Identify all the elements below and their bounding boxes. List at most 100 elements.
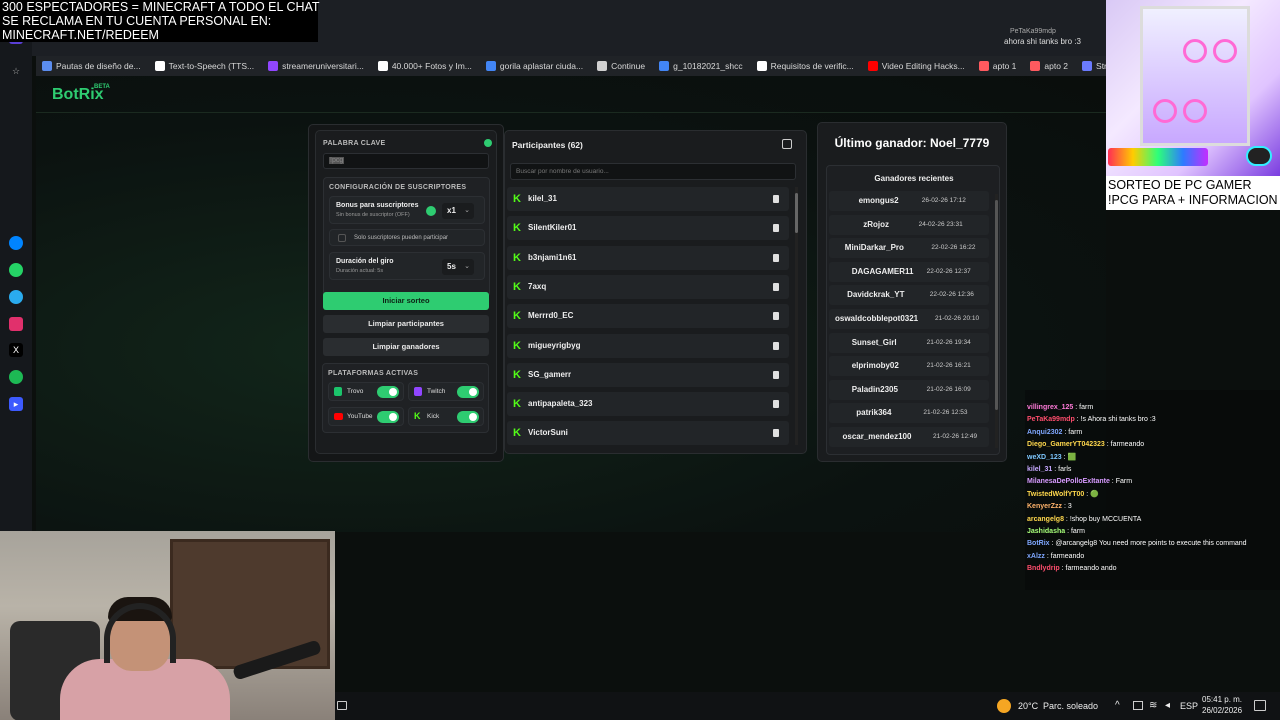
chat-username[interactable]: Jashidasha [1027,528,1065,535]
trash-icon[interactable] [773,282,779,291]
gaming-pc-image [1106,0,1280,176]
bookmark-item[interactable]: Continue [597,61,645,71]
chevron-up-icon[interactable]: ^ [1115,700,1120,711]
bookmark-item[interactable]: g_10182021_shcc [659,61,743,71]
chat-mini-user: PeTaKa99mdp [1010,28,1056,35]
chat-username[interactable]: villingrex_125 [1027,404,1073,411]
streamer-webcam [0,531,335,720]
spin-duration-title: Duración del giro [336,258,394,265]
trash-icon[interactable] [773,195,779,203]
chat-username[interactable]: TwistedWolfYT00 [1027,491,1084,498]
keyword-input[interactable]: !pcg [323,153,489,169]
chat-username[interactable]: MilanesaDePolloExItante [1027,478,1110,485]
bonus-subtitle: Sin bonus de suscriptor (OFF) [336,212,410,218]
spotify-icon[interactable] [9,370,23,384]
player-icon[interactable]: ▸ [9,397,23,411]
bookmark-item[interactable]: streameruniversitari... [268,61,364,71]
trash-icon[interactable] [773,224,779,233]
volume-icon[interactable]: ◂ [1165,700,1170,711]
star-icon[interactable]: ☆ [9,64,23,78]
platform-kick: K Kick [408,407,484,426]
instagram-icon[interactable] [9,317,23,331]
clock-time[interactable]: 05:41 p. m. [1202,695,1242,704]
chat-username[interactable]: Diego_GamerYT042323 [1027,441,1105,448]
clear-participants-button[interactable]: Limpiar participantes [323,315,489,333]
telegram-icon[interactable] [9,290,23,304]
clock-date[interactable]: 26/02/2026 [1202,706,1242,715]
chat-username[interactable]: Bndlydrip [1027,565,1060,572]
trash-icon[interactable] [773,253,779,262]
header-divider [36,112,1106,113]
winner-date: 21-02-26 16:09 [926,385,971,393]
bookmark-item[interactable]: Text-to-Speech (TTS... [154,61,254,71]
chat-username[interactable]: PeTaKa99mdp [1027,416,1075,423]
chat-text: farmeando [1110,441,1145,449]
x-icon[interactable]: X [9,343,23,357]
chat-message: weXD_123 : 🟩 [1027,453,1076,462]
only-subs-checkbox[interactable] [338,234,346,242]
participants-scrollbar[interactable] [795,187,798,445]
copy-icon[interactable] [782,139,792,149]
weather-icon[interactable] [997,699,1011,713]
chat-username[interactable]: arcangelg8 [1027,516,1064,523]
chat-username[interactable]: kilel_31 [1027,466,1052,473]
wifi-icon[interactable]: ≋ [1149,700,1157,711]
winner-row: Davidckrak_YT 22-02-26 12:36 [829,285,989,306]
bookmark-item[interactable]: 40.000+ Fotos y Im... [377,61,472,71]
bookmark-item[interactable]: Pautas de diseño de... [42,61,141,71]
kick-icon: K [513,339,521,352]
trash-icon[interactable] [773,400,779,409]
language-indicator[interactable]: ESP [1180,701,1198,711]
chat-message: Bndlydrip : farmeando ando [1027,564,1117,573]
youtube-toggle[interactable] [377,411,399,423]
bookmark-item[interactable]: apto 1 [978,61,1016,71]
twitch-icon [414,387,422,396]
notifications-icon[interactable] [1254,700,1266,711]
taskbar-app-icon[interactable] [337,701,347,710]
winners-scrollbar[interactable] [995,194,998,448]
trash-icon[interactable] [773,370,779,379]
bookmark-item[interactable]: StreamElements - st... [1082,61,1106,71]
chat-username[interactable]: weXD_123 [1027,454,1062,461]
spin-duration-value: 5s [447,262,456,271]
winner-row: DAGAGAMER11 22-02-26 12:37 [829,261,989,282]
messenger-icon[interactable] [9,236,23,250]
info-icon[interactable] [484,139,492,147]
weather-temp: 20°C [1018,701,1039,711]
bookmark-item[interactable]: Video Editing Hacks... [867,61,965,71]
chat-username[interactable]: Anqui2302 [1027,429,1062,436]
bonus-select-value: x1 [447,206,456,215]
whatsapp-icon[interactable] [9,263,23,277]
participants-search-input[interactable]: Buscar por nombre de usuario... [510,163,796,180]
winner-row: elprimoby02 21-02-26 16:21 [829,356,989,377]
trash-icon[interactable] [773,429,779,438]
winner-name: Davidckrak_YT [847,290,905,300]
chat-username[interactable]: KenyerZzz [1027,503,1062,510]
chat-text: !shop buy MCCUENTA [1069,515,1142,523]
monitor-icon[interactable] [1133,701,1143,710]
spin-duration-select[interactable]: 5s ⌄ [442,259,474,275]
scrollbar-thumb[interactable] [795,193,798,233]
only-subs-row[interactable]: Solo suscriptores pueden participar [329,229,485,246]
trash-icon[interactable] [773,312,779,321]
bonus-select[interactable]: x1 ⌄ [442,203,474,219]
scrollbar-thumb[interactable] [995,200,998,410]
bookmark-item[interactable]: gorila aplastar ciuda... [485,61,583,71]
chat-text: 🟩 [1067,453,1077,461]
bookmark-favicon-icon [978,61,989,71]
kick-toggle[interactable] [457,411,479,423]
bookmark-item[interactable]: Requisitos de verific... [756,61,854,71]
start-giveaway-button[interactable]: Iniciar sorteo [323,292,489,310]
bonus-info-icon[interactable] [426,206,436,216]
platform-label: Trovo [347,388,364,395]
winner-date: 21-02-26 20:10 [935,315,980,322]
clear-winners-button[interactable]: Limpiar ganadores [323,338,489,356]
chat-username[interactable]: BotRix [1027,540,1050,547]
trovo-toggle[interactable] [377,386,399,398]
twitch-toggle[interactable] [457,386,479,398]
chat-username[interactable]: xAlzz [1027,553,1045,560]
trash-icon[interactable] [773,341,779,350]
bookmark-item[interactable]: apto 2 [1030,61,1068,71]
winner-name: DAGAGAMER11 [851,266,914,276]
spin-duration-row: Duración del giro Duración actual: 5s 5s… [329,252,485,280]
